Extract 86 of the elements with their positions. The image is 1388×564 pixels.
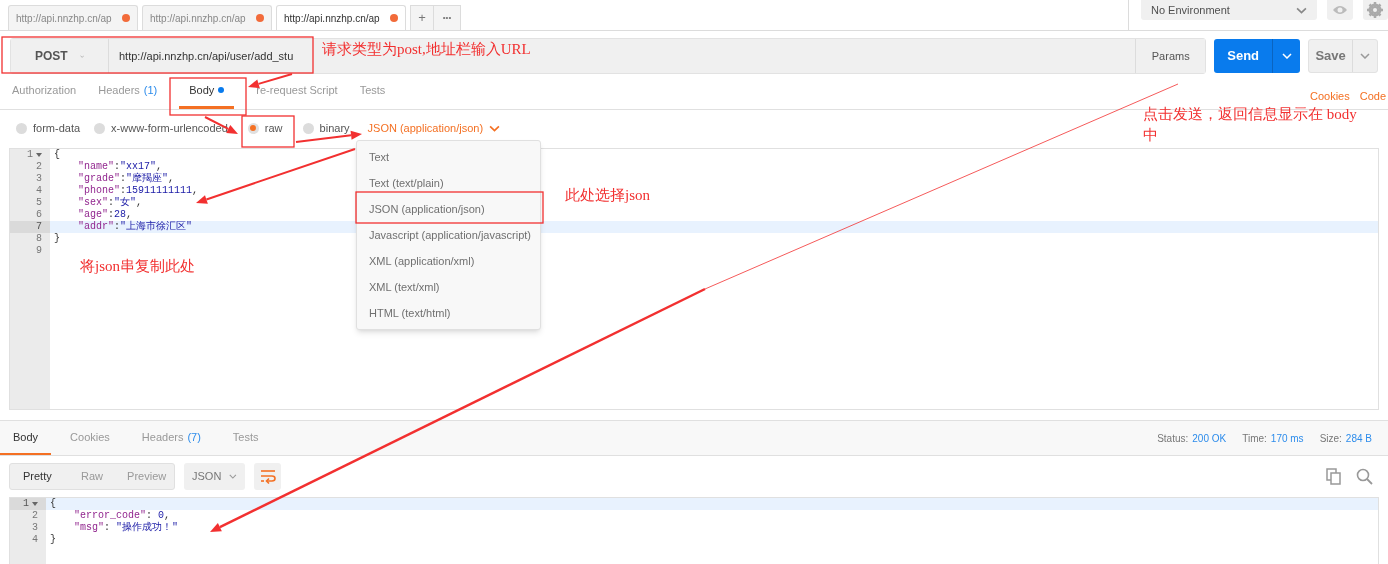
code-line: "age":28, [77,209,133,221]
radio-button[interactable] [302,122,314,134]
menu-item[interactable]: XML (application/xml) [357,248,540,274]
format-select[interactable]: JSON [184,463,245,490]
code-line: { [54,149,60,161]
response-tab[interactable]: Body [0,421,52,455]
code-line: "grade":"摩羯座", [77,173,175,185]
radio-option[interactable]: raw [247,119,283,137]
radio-button[interactable] [94,122,106,134]
new-tab-button[interactable]: + [410,5,434,30]
code-line: } [50,534,56,546]
radio-option[interactable]: form-data [16,119,81,137]
annotation-text: 点击发送，返回信息显示在 body中 [1143,105,1358,145]
view-mode-tab[interactable]: Raw [64,464,120,489]
stat-value: 200 OK [1192,431,1227,446]
request-tab[interactable]: http://api.nnzhp.cn/ap [276,5,406,30]
radio-option[interactable]: binary [302,119,350,137]
stat-label: Time: [1242,431,1267,446]
copy-button[interactable] [1326,468,1342,485]
line-number: 9 [36,245,42,257]
section-tab[interactable]: Headers (1) [98,74,158,109]
wrap-button[interactable] [254,463,281,490]
code-line: "sex":"女", [77,197,143,209]
code-editor[interactable]: 1 2 3 4 { "error_code": 0, "msg": "操作成功！" } [9,497,1379,564]
section-tab[interactable]: Body [179,74,235,109]
link[interactable]: Code [1359,88,1386,105]
line-number: 1 [27,149,33,161]
request-tab[interactable]: http://api.nnzhp.cn/ap [8,5,138,30]
chevron-down-icon [489,124,501,132]
line-number: 6 [36,209,42,221]
section-tab[interactable]: Tests [359,74,386,109]
annotation-text: 此处选择json [565,186,650,205]
code-line: "error_code": 0, [73,510,171,521]
line-number: 3 [36,173,42,185]
section-tab[interactable]: re-request Script [256,74,338,109]
menu-item[interactable]: Text (text/plain) [357,170,540,196]
line-number: 2 [32,510,38,522]
line-number: 8 [36,233,42,245]
section-tab[interactable]: Authorization [12,74,77,109]
stat-value: 170 ms [1270,431,1304,446]
response-tab[interactable]: Tests [219,421,272,455]
chevron-down-icon [229,473,237,480]
code-line: { [50,498,56,510]
code-line: "name":"xx17", [77,161,163,172]
code-line: "addr":"上海市徐汇区" [77,221,193,233]
menu-item[interactable]: JSON (application/json) [357,196,540,222]
more-button[interactable]: ••• [434,5,461,30]
view-mode-tab[interactable]: Pretty [10,464,65,489]
code-line: "msg": "操作成功！" [73,522,179,534]
response-tab[interactable]: Cookies [57,421,123,455]
annotation-text: 将json串复制此处 [80,257,195,276]
settings-button[interactable] [1362,0,1388,20]
stat-value: 284 B [1345,431,1372,446]
code-line: "phone":15911111111, [77,185,199,197]
chevron-down-icon [1360,53,1370,59]
code-line: } [54,233,60,245]
radio-option[interactable]: x-www-form-urlencoded [94,119,228,137]
response-tab[interactable]: Headers (7) [128,421,214,455]
environment-select[interactable]: No Environment [1141,0,1318,20]
line-number: 5 [36,197,42,209]
menu-item[interactable]: Javascript (application/javascript) [357,222,540,248]
eye-button[interactable] [1327,0,1353,20]
search-icon [1356,468,1373,485]
line-number: 7 [36,221,42,233]
copy-icon [1326,468,1342,485]
line-number: 2 [36,161,42,173]
stat-label: Size: [1319,431,1342,446]
request-tab[interactable]: http://api.nnzhp.cn/ap [142,5,272,30]
content-type-select[interactable]: JSON (application/json) [367,119,501,137]
radio-button[interactable] [247,122,259,134]
line-number: 4 [32,534,38,546]
chevron-down-icon [1296,6,1308,14]
line-number: 3 [32,522,38,534]
stat-label: Status: [1157,431,1189,446]
line-number: 1 [23,498,29,510]
wrap-icon [259,468,276,485]
settings-icon [1367,2,1384,18]
menu-item[interactable]: HTML (text/html) [357,300,540,326]
eye-icon [1331,4,1348,16]
menu-item[interactable]: XML (text/xml) [357,274,540,300]
view-mode-tab[interactable]: Preview [119,464,174,489]
chevron-down-icon [1281,53,1292,59]
line-number: 4 [36,185,42,197]
radio-button[interactable] [16,122,27,134]
link[interactable]: Cookies [1309,88,1350,105]
search-button[interactable] [1356,468,1373,485]
